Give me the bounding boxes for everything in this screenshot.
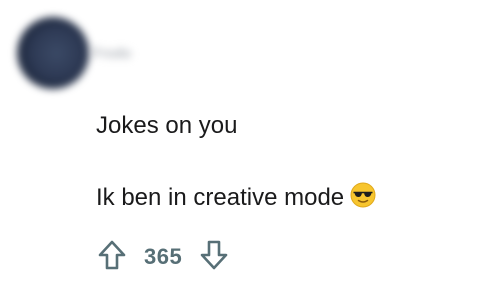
comment-text-line: Ik ben in creative mode [96, 182, 376, 215]
upvote-button[interactable] [96, 240, 128, 274]
comment-text: Jokes on you [96, 112, 238, 139]
arrow-up-outline-icon [97, 239, 127, 276]
vote-actions: 365 [96, 240, 230, 274]
downvote-button[interactable] [198, 240, 230, 274]
vote-score: 365 [144, 244, 183, 269]
username[interactable]: Frodo [92, 45, 162, 62]
sunglasses-emoji-icon [350, 182, 376, 215]
avatar[interactable] [17, 17, 89, 89]
comment: Frodo Jokes on you Ik ben in creative mo… [0, 0, 504, 288]
comment-text-line: Jokes on you [96, 112, 237, 140]
comment-text: Ik ben in creative mode [96, 184, 345, 211]
arrow-down-outline-icon [199, 239, 229, 276]
